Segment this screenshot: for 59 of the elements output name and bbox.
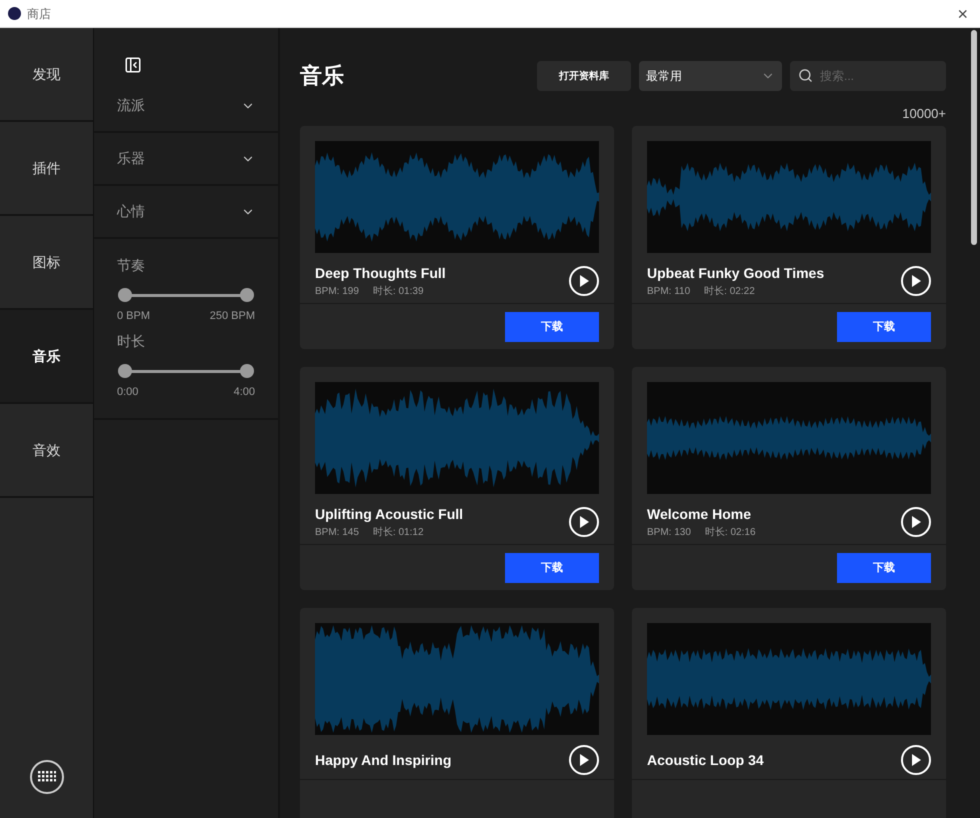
collapse-panel-icon[interactable] [124,56,142,74]
range-slider-track[interactable] [118,364,254,378]
play-button[interactable] [569,266,599,296]
slider-handle[interactable] [118,288,132,302]
track-duration: 时长: 01:39 [372,284,424,299]
slider-handle[interactable] [240,364,254,378]
close-button[interactable]: × [953,4,972,22]
search-icon [798,68,813,83]
play-icon [911,275,921,287]
slider-max-label: 4:00 [234,384,255,400]
slider-label: 节奏 [117,256,146,275]
filter-dropdown[interactable]: 乐器 [94,133,278,186]
page-title: 音乐 [300,62,344,90]
slider-max-label: 250 BPM [210,309,255,324]
scrollbar-thumb[interactable] [971,30,977,245]
slider-handle[interactable] [118,364,132,378]
download-button[interactable]: 下载 [505,553,599,583]
grid-icon [38,771,56,783]
filter-dropdown[interactable]: 流派 [94,80,278,133]
track-title: Deep Thoughts Full [315,264,446,283]
app-logo-icon [8,7,21,20]
search-field[interactable]: 搜索... [790,61,946,91]
play-icon [579,754,589,766]
apps-grid-button[interactable] [30,760,64,794]
sort-dropdown[interactable]: 最常用 [639,61,782,91]
slider-min-label: 0 BPM [117,309,150,324]
download-button[interactable]: 下载 [837,312,931,342]
track-duration: 时长: 02:22 [704,284,755,299]
track-title: Welcome Home [647,505,752,524]
track-title: Upbeat Funky Good Times [647,264,824,283]
range-slider-track[interactable] [118,288,254,302]
play-icon [579,516,589,528]
play-button[interactable] [569,507,599,537]
download-button[interactable]: 下载 [837,553,931,583]
play-button[interactable] [569,745,599,775]
download-button[interactable]: 下载 [505,312,599,342]
open-library-button[interactable]: 打开资料库 [537,61,631,91]
play-icon [911,516,921,528]
slider-label: 时长 [117,332,146,350]
play-icon [911,754,921,766]
play-icon [579,275,589,287]
track-duration: 时长: 01:12 [372,526,424,540]
track-bpm: BPM: 110 [647,285,690,299]
filter-dropdown[interactable]: 心情 [94,186,278,239]
track-bpm: BPM: 199 [315,285,359,299]
slider-min-label: 0:00 [117,384,138,400]
nav-item[interactable]: 音乐 [0,310,93,404]
track-title: Happy And Inspiring [315,750,452,770]
track-title: Uplifting Acoustic Full [315,505,464,524]
track-bpm: BPM: 130 [647,526,691,540]
result-count: 10000+ [902,105,946,123]
window-title: 商店 [27,6,51,22]
track-title: Acoustic Loop 34 [647,750,764,770]
play-button[interactable] [901,266,931,296]
play-button[interactable] [901,745,931,775]
play-button[interactable] [901,507,931,537]
slider-handle[interactable] [240,288,254,302]
track-bpm: BPM: 145 [315,526,359,540]
track-duration: 时长: 02:16 [704,526,756,540]
